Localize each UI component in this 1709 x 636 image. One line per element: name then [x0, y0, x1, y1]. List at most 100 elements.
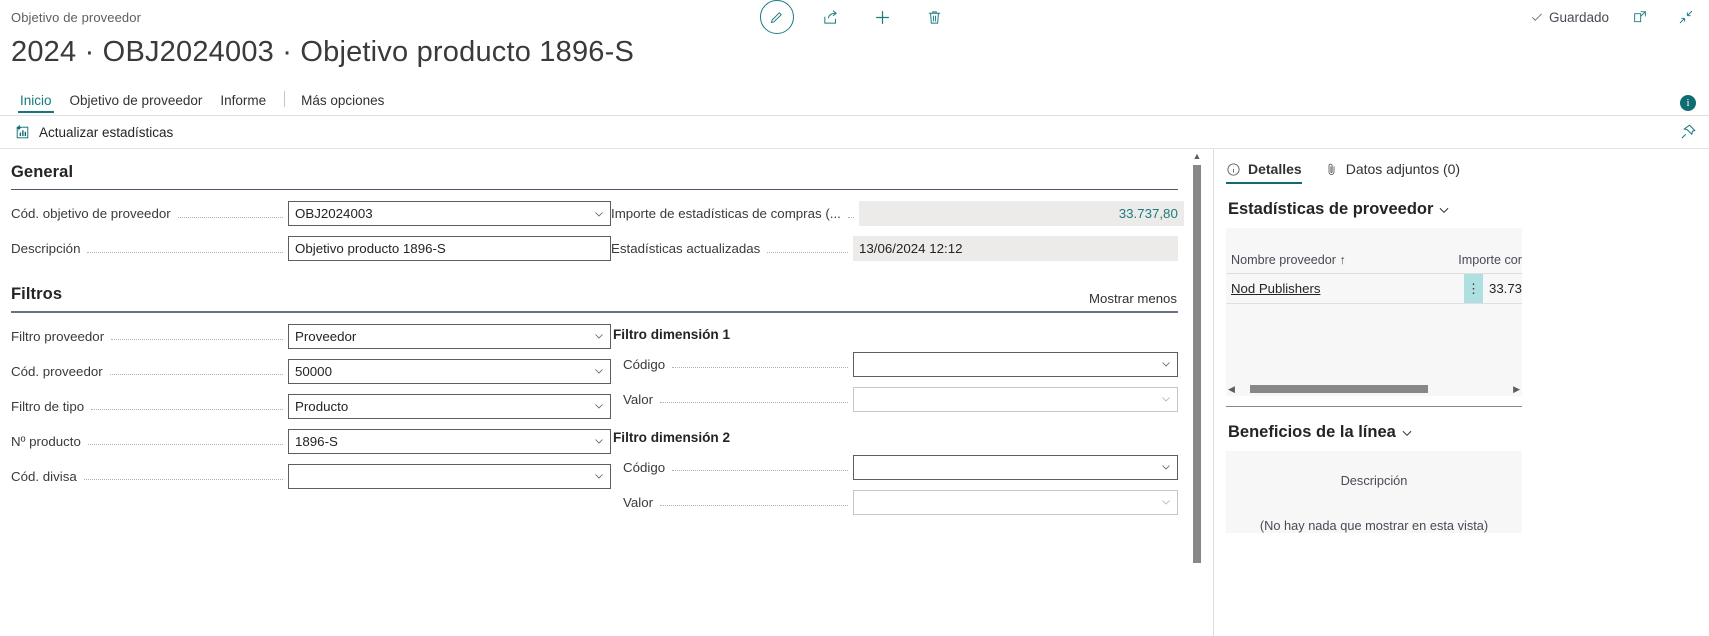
hscrollbar-thumb[interactable]: [1249, 385, 1428, 393]
leader-dots: [109, 364, 283, 376]
chevron-down-icon[interactable]: [1160, 461, 1172, 473]
field-filtro-proveedor: Filtro proveedor Proveedor: [11, 323, 611, 349]
chevron-down-icon[interactable]: [1160, 393, 1172, 405]
update-statistics-button[interactable]: Actualizar estadísticas: [14, 124, 173, 141]
scroll-left-icon[interactable]: ◀: [1228, 384, 1235, 395]
column-header-descripcion[interactable]: Descripción: [1226, 473, 1522, 488]
share-button[interactable]: [816, 2, 846, 32]
dim2-valor-input[interactable]: [853, 489, 1178, 515]
column-header-nombre-proveedor[interactable]: Nombre proveedor ↑: [1226, 253, 1346, 267]
field-dim1-codigo: Código: [611, 351, 1178, 377]
field-label: Cód. divisa: [11, 468, 77, 484]
tab-objetivo-de-proveedor[interactable]: Objetivo de proveedor: [61, 87, 212, 115]
show-less-button[interactable]: Mostrar menos: [1089, 291, 1177, 306]
field-label: Filtro proveedor: [11, 328, 105, 344]
field-label: Valor: [623, 494, 654, 510]
chevron-down-icon[interactable]: [593, 330, 605, 342]
field-value: 33.737,80: [1118, 206, 1178, 222]
filtro-proveedor-select[interactable]: Proveedor: [288, 323, 611, 349]
chevron-down-icon[interactable]: [593, 400, 605, 412]
leader-dots: [83, 469, 283, 481]
chevron-down-icon[interactable]: [1400, 426, 1414, 440]
collapse-button[interactable]: [1671, 2, 1701, 32]
pin-icon: [1681, 124, 1696, 139]
descripcion-input[interactable]: Objetivo producto 1896-S: [288, 236, 611, 262]
factbox-tab-datos-adjuntos[interactable]: Datos adjuntos (0): [1324, 161, 1460, 184]
chevron-down-icon[interactable]: [1160, 358, 1172, 370]
field-no-producto: Nº producto 1896-S: [11, 428, 611, 454]
scrollbar-track[interactable]: [1192, 161, 1202, 636]
tab-inicio[interactable]: Inicio: [11, 87, 61, 115]
table-row[interactable]: Nod Publishers ⋮ 33.73: [1226, 274, 1522, 304]
trash-icon: [928, 10, 941, 24]
filtro-de-tipo-select[interactable]: Producto: [288, 393, 611, 419]
factbox-section-vendor-stats[interactable]: Estadísticas de proveedor: [1226, 184, 1709, 228]
tab-mas-opciones[interactable]: Más opciones: [292, 87, 393, 115]
scrollbar-thumb[interactable]: [1193, 165, 1201, 563]
share-icon: [824, 9, 837, 24]
hscrollbar-track[interactable]: [1238, 385, 1510, 393]
tab-informe[interactable]: Informe: [211, 87, 275, 115]
tab-label: Objetivo de proveedor: [69, 93, 203, 108]
vendor-stats-horizontal-scrollbar[interactable]: ◀ ▶: [1226, 382, 1522, 396]
vendor-name-link[interactable]: Nod Publishers: [1226, 281, 1320, 296]
leader-dots: [177, 207, 283, 218]
general-right-column: Importe de estadísticas de compras (... …: [611, 201, 1184, 271]
scroll-right-icon[interactable]: ▶: [1513, 384, 1520, 395]
dim1-codigo-input[interactable]: [853, 351, 1178, 377]
main-vertical-scrollbar[interactable]: ▲: [1191, 149, 1203, 636]
breadcrumb[interactable]: Objetivo de proveedor: [0, 10, 141, 25]
field-label: Importe de estadísticas de compras (...: [611, 206, 841, 222]
field-dim2-codigo: Código: [611, 454, 1178, 480]
new-button[interactable]: [868, 2, 898, 32]
delete-button[interactable]: [920, 2, 950, 32]
general-left-column: Cód. objetivo de proveedor OBJ2024003 De…: [11, 201, 611, 271]
chevron-down-icon[interactable]: [593, 435, 605, 447]
chevron-down-icon[interactable]: [593, 470, 605, 482]
factbox-tab-detalles[interactable]: Detalles: [1226, 161, 1302, 184]
vendor-stats-empty-area: [1226, 304, 1522, 382]
chevron-down-icon[interactable]: [1160, 496, 1172, 508]
column-header-importe[interactable]: Importe cor: [1453, 253, 1522, 267]
leader-dots: [87, 434, 283, 446]
filtros-left-column: Filtro proveedor Proveedor Cód. proveedo…: [11, 323, 611, 525]
action-bar: Actualizar estadísticas: [0, 116, 1709, 148]
chevron-down-icon[interactable]: [593, 365, 605, 377]
chevron-down-icon[interactable]: [1437, 203, 1451, 217]
subheading-filtro-dimension-1: Filtro dimensión 1: [613, 326, 731, 342]
field-value: 13/06/2024 12:12: [859, 241, 963, 257]
general-columns: Cód. objetivo de proveedor OBJ2024003 De…: [11, 190, 1213, 271]
pin-button[interactable]: [1679, 123, 1697, 141]
page-title: 2024 · OBJ2024003 · Objetivo producto 18…: [11, 36, 635, 68]
leader-dots: [87, 242, 283, 253]
field-value: 50000: [295, 363, 332, 379]
vendor-stats-header-row: Nombre proveedor ↑ Importe cor: [1226, 228, 1522, 274]
field-label: Nº producto: [11, 433, 81, 449]
field-value: 1896-S: [295, 433, 338, 449]
cod-divisa-input[interactable]: [288, 463, 611, 489]
top-right-group: Guardado: [1530, 0, 1701, 34]
field-label: Descripción: [11, 241, 81, 257]
cod-objetivo-proveedor-input[interactable]: OBJ2024003: [288, 201, 611, 227]
open-in-new-window-button[interactable]: [1625, 2, 1655, 32]
cod-proveedor-input[interactable]: 50000: [288, 358, 611, 384]
field-value: OBJ2024003: [295, 206, 373, 222]
field-dim2-valor: Valor: [611, 489, 1178, 515]
dim2-codigo-input[interactable]: [853, 454, 1178, 480]
factbox-tabs: Detalles Datos adjuntos (0): [1226, 149, 1709, 184]
row-menu-button[interactable]: ⋮: [1463, 274, 1483, 303]
dim1-valor-input[interactable]: [853, 386, 1178, 412]
field-label: Filtro de tipo: [11, 398, 85, 414]
field-filtro-de-tipo: Filtro de tipo Producto: [11, 393, 611, 419]
kebab-icon: ⋮: [1466, 280, 1480, 296]
importe-estadisticas-compras-value[interactable]: 33.737,80: [858, 201, 1184, 227]
edit-button[interactable]: [759, 0, 794, 34]
factbox-section-line-benefits[interactable]: Beneficios de la línea: [1226, 407, 1709, 451]
no-producto-input[interactable]: 1896-S: [288, 428, 611, 454]
collapse-arrows-icon: [1679, 10, 1693, 24]
chevron-down-icon[interactable]: [593, 208, 605, 220]
leader-dots: [91, 399, 283, 411]
info-icon[interactable]: i: [1680, 95, 1696, 111]
field-cod-proveedor: Cód. proveedor 50000: [11, 358, 611, 384]
scroll-up-icon[interactable]: ▲: [1193, 152, 1202, 161]
